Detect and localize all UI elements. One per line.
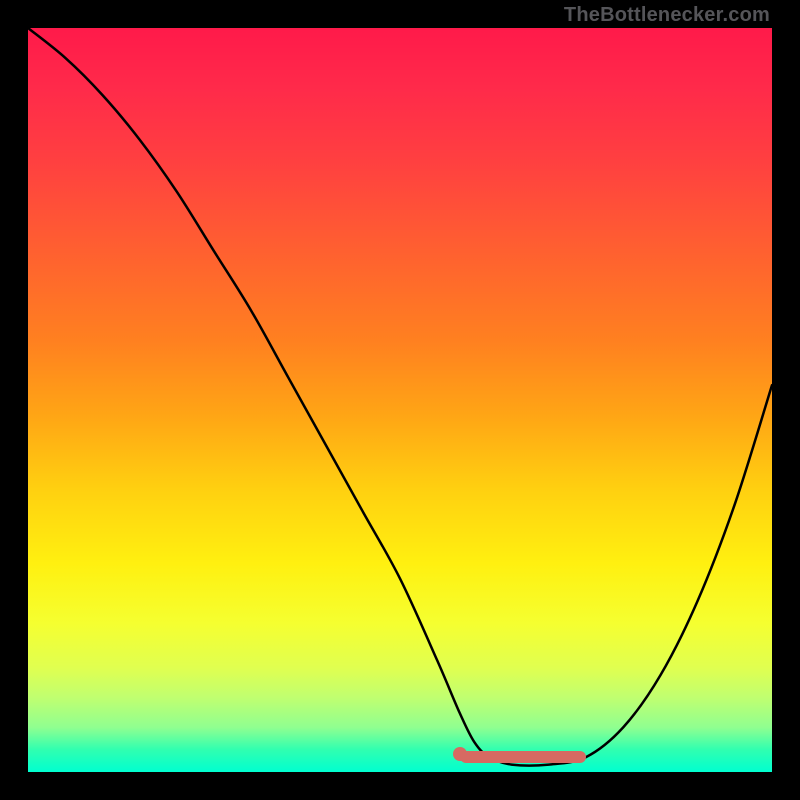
optimal-band [460, 751, 586, 763]
plot-area [28, 28, 772, 772]
bottleneck-curve-path [28, 28, 772, 766]
curve-svg [28, 28, 772, 772]
chart-container: TheBottlenecker.com [0, 0, 800, 800]
attribution-label: TheBottlenecker.com [564, 4, 770, 27]
